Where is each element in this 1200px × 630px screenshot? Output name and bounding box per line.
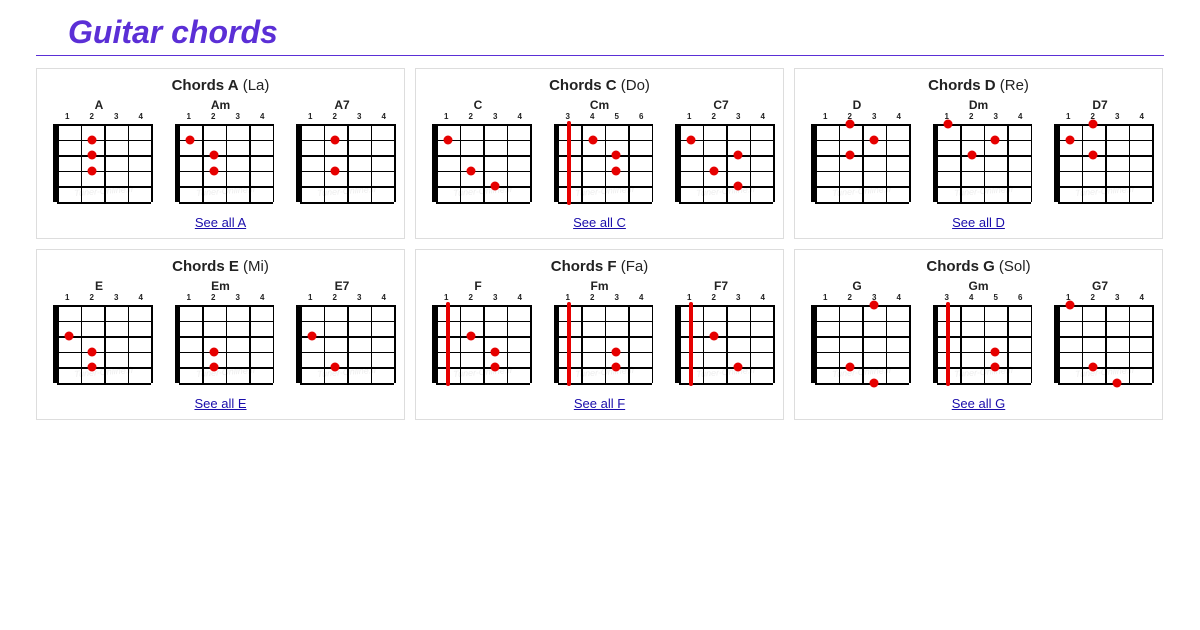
chord-diagram: C71234Tuner-Online.fr [667,98,775,207]
chord-diagram: Am1234Tuner-Online.fr [167,98,275,207]
chord-name: G7 [1046,279,1154,293]
chord-group-title: Chords G (Sol) [803,258,1154,275]
chord-diagram: F1234Tuner-Online.fr [424,279,532,388]
chord-diagram: Cm3456Tuner-Online.fr [546,98,654,207]
chord-diagram: F71234Tuner-Online.fr [667,279,775,388]
chord-diagram: D71234Tuner-Online.fr [1046,98,1154,207]
chord-diagram: D1234Tuner-Online.fr [803,98,911,207]
chord-diagram: C1234Tuner-Online.fr [424,98,532,207]
chord-group-card: Chords D (Re) D1234Tuner-Online.frDm1234T… [794,68,1163,239]
chord-name: C [424,98,532,112]
chord-group-title: Chords E (Mi) [45,258,396,275]
chord-diagram: G1234Tuner-Online.fr [803,279,911,388]
chord-diagram: A71234Tuner-Online.fr [288,98,396,207]
chord-diagram: E1234Tuner-Online.fr [45,279,153,388]
chord-diagram: Fm1234Tuner-Online.fr [546,279,654,388]
chord-name: D7 [1046,98,1154,112]
chord-diagram: A1234Tuner-Online.fr [45,98,153,207]
chord-name: Fm [546,279,654,293]
chord-name: G [803,279,911,293]
see-all-link[interactable]: See all F [424,396,775,411]
chord-diagram: E71234Tuner-Online.fr [288,279,396,388]
chord-group-title: Chords D (Re) [803,77,1154,94]
chord-group-card: Chords A (La) A1234Tuner-Online.frAm1234T… [36,68,405,239]
chord-name: D [803,98,911,112]
chord-group-card: Chords E (Mi) E1234Tuner-Online.frEm1234T… [36,249,405,420]
chord-group-card: Chords C (Do) C1234Tuner-Online.frCm3456T… [415,68,784,239]
chord-group-card: Chords F (Fa) F1234Tuner-Online.frFm1234T… [415,249,784,420]
chord-groups-grid: Chords A (La) A1234Tuner-Online.frAm1234T… [36,68,1164,420]
chord-name: Gm [925,279,1033,293]
chord-name: C7 [667,98,775,112]
see-all-link[interactable]: See all C [424,215,775,230]
chord-diagram: Dm1234Tuner-Online.fr [925,98,1033,207]
page-title: Guitar chords [68,14,1164,51]
see-all-link[interactable]: See all E [45,396,396,411]
chord-name: Em [167,279,275,293]
chord-name: A7 [288,98,396,112]
chord-name: F7 [667,279,775,293]
chord-name: Dm [925,98,1033,112]
chord-name: A [45,98,153,112]
divider [36,55,1164,56]
chord-group-card: Chords G (Sol) G1234Tuner-Online.frGm3456… [794,249,1163,420]
chord-group-title: Chords F (Fa) [424,258,775,275]
chord-name: Cm [546,98,654,112]
chord-name: E7 [288,279,396,293]
see-all-link[interactable]: See all G [803,396,1154,411]
chord-name: E [45,279,153,293]
chord-diagram: Em1234Tuner-Online.fr [167,279,275,388]
see-all-link[interactable]: See all D [803,215,1154,230]
chord-group-title: Chords A (La) [45,77,396,94]
chord-name: F [424,279,532,293]
chord-group-title: Chords C (Do) [424,77,775,94]
see-all-link[interactable]: See all A [45,215,396,230]
chord-diagram: Gm3456Tuner-Online.fr [925,279,1033,388]
chord-name: Am [167,98,275,112]
chord-diagram: G71234Tuner-Online.fr [1046,279,1154,388]
